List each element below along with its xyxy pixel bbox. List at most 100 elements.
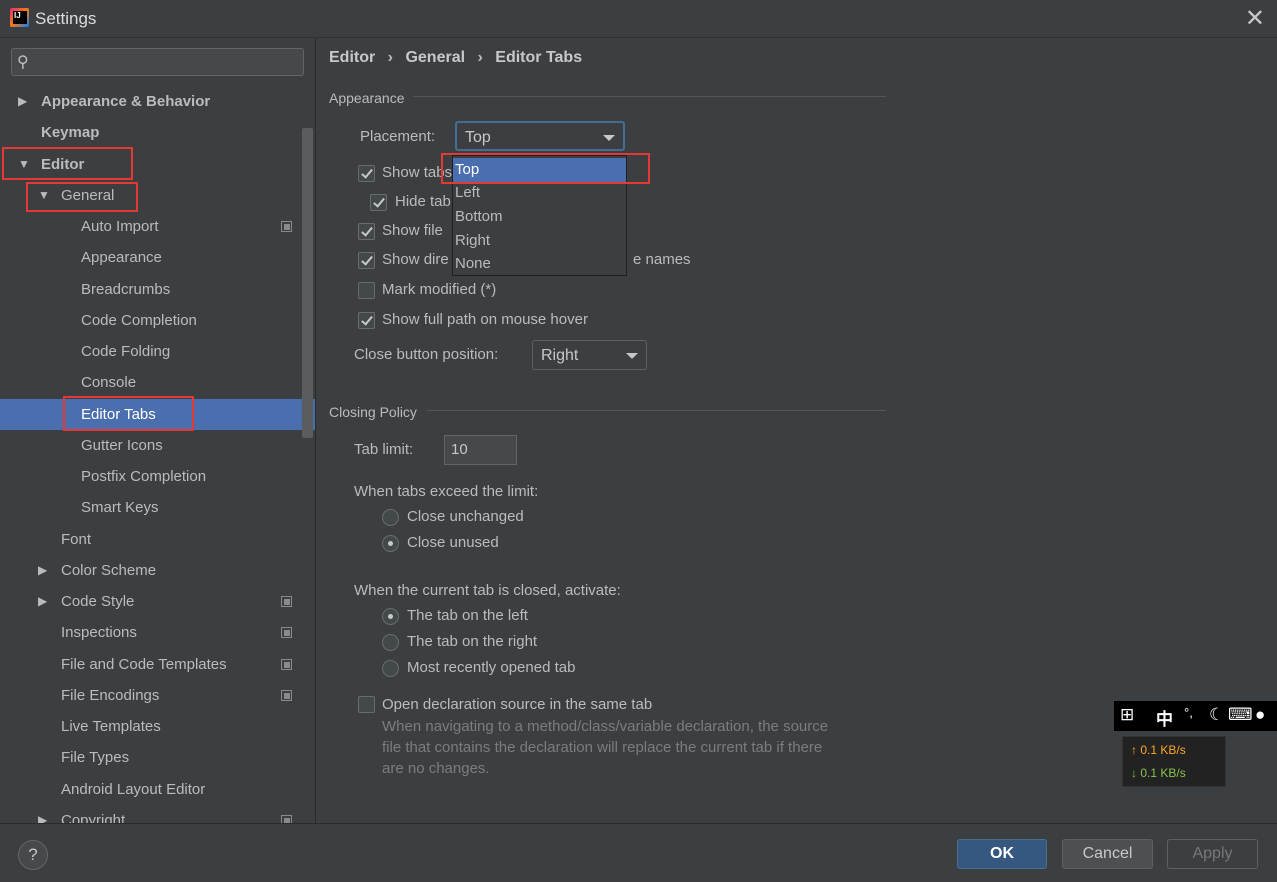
windows-icon[interactable]: ⊞ xyxy=(1120,705,1134,725)
open-declaration-hint-1: When navigating to a method/class/variab… xyxy=(382,718,829,735)
full-path-checkbox[interactable] xyxy=(358,312,375,329)
close-button-position-value: Right xyxy=(541,347,579,364)
sidebar-item-font[interactable]: Font xyxy=(0,524,300,555)
sidebar-item-editor[interactable]: ▼ Editor xyxy=(0,149,300,180)
download-speed: ↓ 0.1 KB/s xyxy=(1131,766,1186,780)
keyboard-icon[interactable]: ⌨ xyxy=(1228,705,1253,725)
ok-button[interactable]: OK xyxy=(957,839,1047,869)
sidebar-item-color-scheme[interactable]: ▶ Color Scheme xyxy=(0,555,300,586)
hide-tab-checkbox[interactable] xyxy=(370,194,387,211)
tab-limit-input[interactable]: 10 xyxy=(444,435,517,465)
sidebar-item-file-types[interactable]: File Types xyxy=(0,742,300,773)
sidebar-item-label: Font xyxy=(61,530,92,548)
sidebar-item-appearance-behavior[interactable]: ▶ Appearance & Behavior xyxy=(0,86,300,117)
chevron-down-icon[interactable]: ▼ xyxy=(38,180,50,211)
placement-dropdown-list: Top Left Bottom Right None xyxy=(452,155,627,276)
sidebar-item-label: Code Folding xyxy=(81,343,171,360)
tab-left-radio[interactable] xyxy=(382,608,399,625)
show-directory-checkbox[interactable] xyxy=(358,252,375,269)
punctuation-icon[interactable]: °, xyxy=(1184,705,1193,720)
moon-icon[interactable]: ☾ xyxy=(1209,705,1224,725)
sidebar-item-smart-keys[interactable]: Smart Keys xyxy=(0,492,300,523)
sidebar-item-breadcrumbs[interactable]: Breadcrumbs xyxy=(0,274,300,305)
open-declaration-hint-3: are no changes. xyxy=(382,760,490,777)
sidebar-item-label: Editor xyxy=(41,155,85,173)
exceed-limit-label: When tabs exceed the limit: xyxy=(354,483,539,500)
placement-option-top[interactable]: Top xyxy=(453,158,626,182)
chevron-right-icon[interactable]: ▶ xyxy=(38,586,47,617)
sidebar-item-label: File Encodings xyxy=(61,686,160,704)
close-unchanged-radio[interactable] xyxy=(382,509,399,526)
project-scope-icon xyxy=(281,814,292,823)
placement-value: Top xyxy=(465,129,491,146)
sidebar-item-inspections[interactable]: Inspections xyxy=(0,617,300,648)
placement-label: Placement: xyxy=(360,128,436,145)
sidebar-item-code-folding[interactable]: Code Folding xyxy=(0,336,300,367)
sidebar-item-copyright[interactable]: ▶ Copyright xyxy=(0,805,300,823)
tab-limit-label: Tab limit: xyxy=(354,441,414,458)
sidebar-scrollbar[interactable] xyxy=(302,128,313,438)
sidebar-item-gutter-icons[interactable]: Gutter Icons xyxy=(0,430,300,461)
sidebar-item-console[interactable]: Console xyxy=(0,367,300,398)
sidebar-item-live-templates[interactable]: Live Templates xyxy=(0,711,300,742)
cancel-button[interactable]: Cancel xyxy=(1062,839,1153,869)
breadcrumb-general[interactable]: General xyxy=(405,49,465,66)
mark-modified-label: Mark modified (*) xyxy=(382,281,497,298)
open-declaration-checkbox[interactable] xyxy=(358,696,375,713)
sidebar-item-general[interactable]: ▼ General xyxy=(0,180,300,211)
settings-search[interactable]: ⚲ xyxy=(11,48,304,76)
ime-chinese-icon[interactable]: 中 xyxy=(1156,705,1173,730)
close-unused-label: Close unused xyxy=(407,534,499,551)
sidebar-item-editor-tabs[interactable]: Editor Tabs xyxy=(0,398,315,430)
sidebar-item-label: Editor Tabs xyxy=(81,405,156,423)
sidebar-item-keymap[interactable]: Keymap xyxy=(0,117,300,148)
search-input[interactable] xyxy=(40,52,300,72)
open-declaration-hint-2: file that contains the declaration will … xyxy=(382,739,823,756)
close-unused-radio[interactable] xyxy=(382,535,399,552)
sidebar-item-appearance[interactable]: Appearance xyxy=(0,242,300,273)
show-tabs-checkbox[interactable] xyxy=(358,165,375,182)
chevron-down-icon[interactable]: ▼ xyxy=(18,149,30,180)
sidebar-item-label: Gutter Icons xyxy=(81,436,163,454)
chevron-right-icon[interactable]: ▶ xyxy=(38,805,47,823)
sidebar-item-label: Code Style xyxy=(61,593,135,610)
title-bar: Settings ✕ xyxy=(0,0,1277,38)
sidebar-item-postfix-completion[interactable]: Postfix Completion xyxy=(0,461,300,492)
user-icon[interactable]: ● xyxy=(1255,705,1265,725)
show-tabs-label: Show tabs xyxy=(382,164,453,181)
tab-right-radio[interactable] xyxy=(382,634,399,651)
close-icon[interactable]: ✕ xyxy=(1245,4,1265,33)
sidebar-item-label: File and Code Templates xyxy=(61,655,227,673)
sidebar-item-label: Smart Keys xyxy=(81,499,159,517)
project-scope-icon xyxy=(281,689,292,701)
sidebar-item-auto-import[interactable]: Auto Import xyxy=(0,211,300,242)
placement-option-none[interactable]: None xyxy=(453,252,626,276)
mark-modified-checkbox[interactable] xyxy=(358,282,375,299)
placement-option-left[interactable]: Left xyxy=(453,181,626,205)
sidebar-item-code-style[interactable]: ▶ Code Style xyxy=(0,586,300,617)
tab-right-label: The tab on the right xyxy=(407,633,538,650)
sidebar-item-label: Color Scheme xyxy=(61,561,157,579)
help-button[interactable]: ? xyxy=(18,840,48,870)
placement-option-bottom[interactable]: Bottom xyxy=(453,205,626,229)
close-button-position-combo[interactable]: Right xyxy=(532,340,647,370)
closing-policy-section-title: Closing Policy xyxy=(329,404,417,420)
sidebar-item-file-and-code-templates[interactable]: File and Code Templates xyxy=(0,649,300,680)
breadcrumb: Editor › General › Editor Tabs xyxy=(329,49,590,67)
most-recent-radio[interactable] xyxy=(382,660,399,677)
sidebar-item-code-completion[interactable]: Code Completion xyxy=(0,305,300,336)
show-file-checkbox[interactable] xyxy=(358,223,375,240)
open-declaration-label: Open declaration source in the same tab xyxy=(382,696,653,713)
sidebar-item-label: Android Layout Editor xyxy=(61,780,206,798)
breadcrumb-editor[interactable]: Editor xyxy=(329,49,375,66)
placement-combo[interactable]: Top xyxy=(455,121,625,151)
sidebar-item-file-encodings[interactable]: File Encodings xyxy=(0,680,300,711)
show-directory-label-tail: e names xyxy=(633,251,691,268)
sidebar-item-android-layout-editor[interactable]: Android Layout Editor xyxy=(0,774,300,805)
placement-option-right[interactable]: Right xyxy=(453,229,626,253)
chevron-right-icon[interactable]: ▶ xyxy=(18,86,27,117)
apply-button[interactable]: Apply xyxy=(1167,839,1258,869)
breadcrumb-editor-tabs: Editor Tabs xyxy=(495,49,583,66)
chevron-right-icon[interactable]: ▶ xyxy=(38,555,47,586)
upload-speed: ↑ 0.1 KB/s xyxy=(1131,743,1186,757)
